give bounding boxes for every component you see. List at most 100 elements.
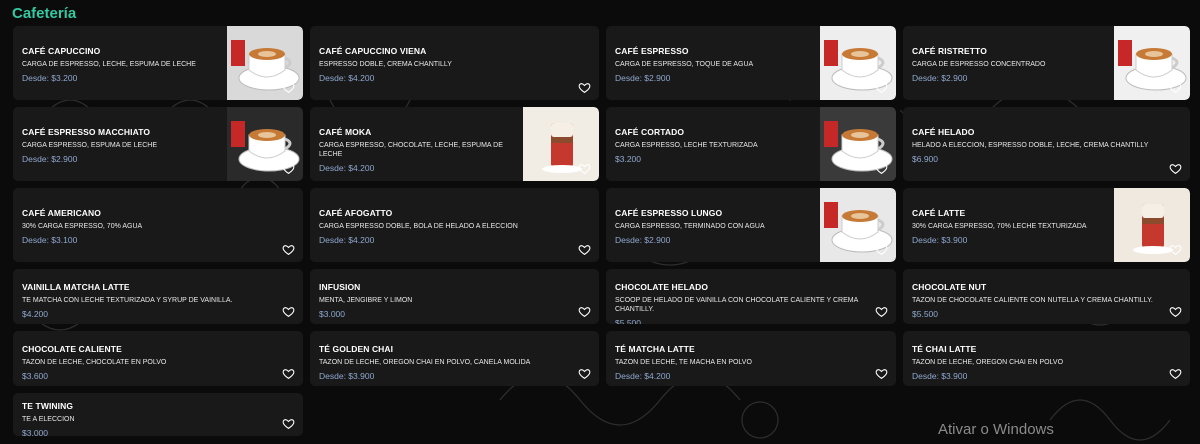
product-price: $6.900: [912, 154, 938, 164]
product-name: CAFÉ HELADO: [912, 127, 975, 137]
product-name: CAFÉ CAPUCCINO: [22, 46, 101, 56]
product-card[interactable]: CAFÉ HELADO HELADO A ELECCION, ESPRESSO D…: [903, 107, 1190, 181]
product-card[interactable]: CAFÉ AFOGATTO CARGA ESPRESSO DOBLE, BOLA …: [310, 188, 599, 262]
product-card[interactable]: CAFÉ AMERICANO 30% CARGA ESPRESSO, 70% AG…: [13, 188, 303, 262]
favorite-heart-icon[interactable]: [282, 243, 295, 256]
product-name: TÉ MATCHA LATTE: [615, 344, 695, 354]
product-description: TAZON DE LECHE, OREGON CHAI EN POLVO, CA…: [319, 359, 531, 366]
product-name: CAFÉ LATTE: [912, 208, 966, 218]
product-description: 30% CARGA ESPRESSO, 70% AGUA: [22, 223, 143, 230]
favorite-heart-icon[interactable]: [1169, 305, 1182, 318]
favorite-heart-icon[interactable]: [578, 305, 591, 318]
product-description: CARGA ESPRESSO, CHOCOLATE, LECHE, ESPUMA…: [319, 142, 503, 158]
product-price: Desde: $2.900: [22, 154, 78, 164]
product-description: CARGA DE ESPRESSO, TOQUE DE AGUA: [615, 61, 754, 68]
product-card[interactable]: TÉ MATCHA LATTE TAZON DE LECHE, TE MACHA …: [606, 331, 896, 386]
windows-activation-watermark: Ativar o Windows: [938, 421, 1054, 438]
product-card[interactable]: CAFÉ MOKA CARGA ESPRESSO, CHOCOLATE, LECH…: [310, 107, 599, 181]
product-card[interactable]: CHOCOLATE CALIENTE TAZON DE LECHE, CHOCOL…: [13, 331, 303, 386]
product-description: CARGA DE ESPRESSO CONCENTRADO: [912, 61, 1046, 68]
favorite-heart-icon[interactable]: [282, 162, 295, 175]
product-card[interactable]: CHOCOLATE NUT TAZON DE CHOCOLATE CALIENTE…: [903, 269, 1190, 324]
product-card[interactable]: CAFÉ ESPRESSO CARGA DE ESPRESSO, TOQUE DE…: [606, 26, 896, 100]
product-price: Desde: $4.200: [319, 235, 375, 245]
favorite-heart-icon[interactable]: [1169, 162, 1182, 175]
favorite-heart-icon[interactable]: [282, 367, 295, 380]
product-name: CAFÉ AMERICANO: [22, 208, 101, 218]
product-card[interactable]: CAFÉ CAPUCCINO CARGA DE ESPRESSO, LECHE, …: [13, 26, 303, 100]
product-name: CAFÉ ESPRESSO MACCHIATO: [22, 127, 151, 137]
grid-column: CAFÉ ESPRESSO CARGA DE ESPRESSO, TOQUE DE…: [606, 26, 896, 443]
favorite-heart-icon[interactable]: [875, 81, 888, 94]
product-name: CHOCOLATE CALIENTE: [22, 344, 122, 354]
product-name: CAFÉ ESPRESSO: [615, 46, 689, 56]
product-description: TE A ELECCION: [22, 416, 75, 423]
product-price: Desde: $3.900: [912, 371, 968, 381]
product-price: $4.200: [22, 309, 48, 319]
product-description: CARGA ESPRESSO, ESPUMA DE LECHE: [22, 142, 157, 149]
product-name: CAFÉ RISTRETTO: [912, 46, 987, 56]
product-description: MENTA, JENGIBRE Y LIMON: [319, 297, 413, 304]
favorite-heart-icon[interactable]: [578, 243, 591, 256]
favorite-heart-icon[interactable]: [282, 305, 295, 318]
product-description: TE MATCHA CON LECHE TEXTURIZADA Y SYRUP …: [22, 297, 233, 304]
product-card[interactable]: TÉ GOLDEN CHAI TAZON DE LECHE, OREGON CHA…: [310, 331, 599, 386]
product-price: $3.000: [22, 428, 48, 436]
product-description: TAZON DE LECHE, TE MACHA EN POLVO: [615, 359, 752, 366]
favorite-heart-icon[interactable]: [1169, 81, 1182, 94]
grid-column: CAFÉ CAPUCCINO VIENA ESPRESSO DOBLE, CREM…: [310, 26, 599, 443]
product-price: $3.200: [615, 154, 641, 164]
product-card[interactable]: CAFÉ ESPRESSO LUNGO CARGA ESPRESSO, TERMI…: [606, 188, 896, 262]
product-name: CAFÉ MOKA: [319, 127, 372, 137]
product-price: $5.500: [912, 309, 938, 319]
product-price: Desde: $3.900: [319, 371, 375, 381]
product-name: CAFÉ CORTADO: [615, 127, 685, 137]
product-price: Desde: $3.100: [22, 235, 78, 245]
product-description: SCOOP DE HELADO DE VAINILLA CON CHOCOLAT…: [615, 297, 858, 313]
product-description: TAZON DE LECHE, OREGON CHAI EN POLVO: [912, 359, 1064, 366]
product-card[interactable]: CHOCOLATE HELADO SCOOP DE HELADO DE VAINI…: [606, 269, 896, 324]
product-price: $3.600: [22, 371, 48, 381]
product-price: Desde: $3.200: [22, 73, 78, 83]
favorite-heart-icon[interactable]: [875, 367, 888, 380]
product-name: CAFÉ ESPRESSO LUNGO: [615, 208, 723, 218]
product-card[interactable]: CAFÉ LATTE 30% CARGA ESPRESSO, 70% LECHE …: [903, 188, 1190, 262]
product-grid: CAFÉ CAPUCCINO CARGA DE ESPRESSO, LECHE, …: [13, 26, 1190, 443]
product-card[interactable]: VAINILLA MATCHA LATTE TE MATCHA CON LECHE…: [13, 269, 303, 324]
product-price: Desde: $4.200: [615, 371, 671, 381]
product-description: CARGA ESPRESSO DOBLE, BOLA DE HELADO A E…: [319, 223, 518, 230]
product-description: CARGA DE ESPRESSO, LECHE, ESPUMA DE LECH…: [22, 61, 196, 68]
product-card[interactable]: CAFÉ ESPRESSO MACCHIATO CARGA ESPRESSO, E…: [13, 107, 303, 181]
product-price: Desde: $2.900: [615, 73, 671, 83]
product-name: CHOCOLATE NUT: [912, 282, 987, 292]
product-card[interactable]: CAFÉ RISTRETTO CARGA DE ESPRESSO CONCENTR…: [903, 26, 1190, 100]
favorite-heart-icon[interactable]: [875, 305, 888, 318]
section-title: Cafetería: [12, 5, 77, 22]
product-description: ESPRESSO DOBLE, CREMA CHANTILLY: [319, 61, 452, 68]
product-name: INFUSION: [319, 282, 361, 292]
product-name: CHOCOLATE HELADO: [615, 282, 709, 292]
favorite-heart-icon[interactable]: [875, 243, 888, 256]
product-price: $3.000: [319, 309, 345, 319]
favorite-heart-icon[interactable]: [1169, 243, 1182, 256]
favorite-heart-icon[interactable]: [578, 367, 591, 380]
product-name: TÉ GOLDEN CHAI: [319, 344, 394, 354]
product-card[interactable]: CAFÉ CAPUCCINO VIENA ESPRESSO DOBLE, CREM…: [310, 26, 599, 100]
product-price: Desde: $2.900: [615, 235, 671, 245]
product-price: Desde: $4.200: [319, 163, 375, 173]
grid-column: CAFÉ CAPUCCINO CARGA DE ESPRESSO, LECHE, …: [13, 26, 303, 443]
favorite-heart-icon[interactable]: [875, 162, 888, 175]
favorite-heart-icon[interactable]: [1169, 367, 1182, 380]
favorite-heart-icon[interactable]: [578, 81, 591, 94]
favorite-heart-icon[interactable]: [578, 162, 591, 175]
product-card[interactable]: INFUSION MENTA, JENGIBRE Y LIMON $3.000: [310, 269, 599, 324]
product-card[interactable]: CAFÉ CORTADO CARGA ESPRESSO, LECHE TEXTUR…: [606, 107, 896, 181]
product-card[interactable]: TE TWINING TE A ELECCION $3.000: [13, 393, 303, 436]
favorite-heart-icon[interactable]: [282, 417, 295, 430]
product-price: Desde: $3.900: [912, 235, 968, 245]
product-description: 30% CARGA ESPRESSO, 70% LECHE TEXTURIZAD…: [912, 223, 1087, 230]
product-name: TE TWINING: [22, 401, 74, 411]
product-card[interactable]: TÉ CHAI LATTE TAZON DE LECHE, OREGON CHAI…: [903, 331, 1190, 386]
product-name: CAFÉ AFOGATTO: [319, 208, 393, 218]
favorite-heart-icon[interactable]: [282, 81, 295, 94]
